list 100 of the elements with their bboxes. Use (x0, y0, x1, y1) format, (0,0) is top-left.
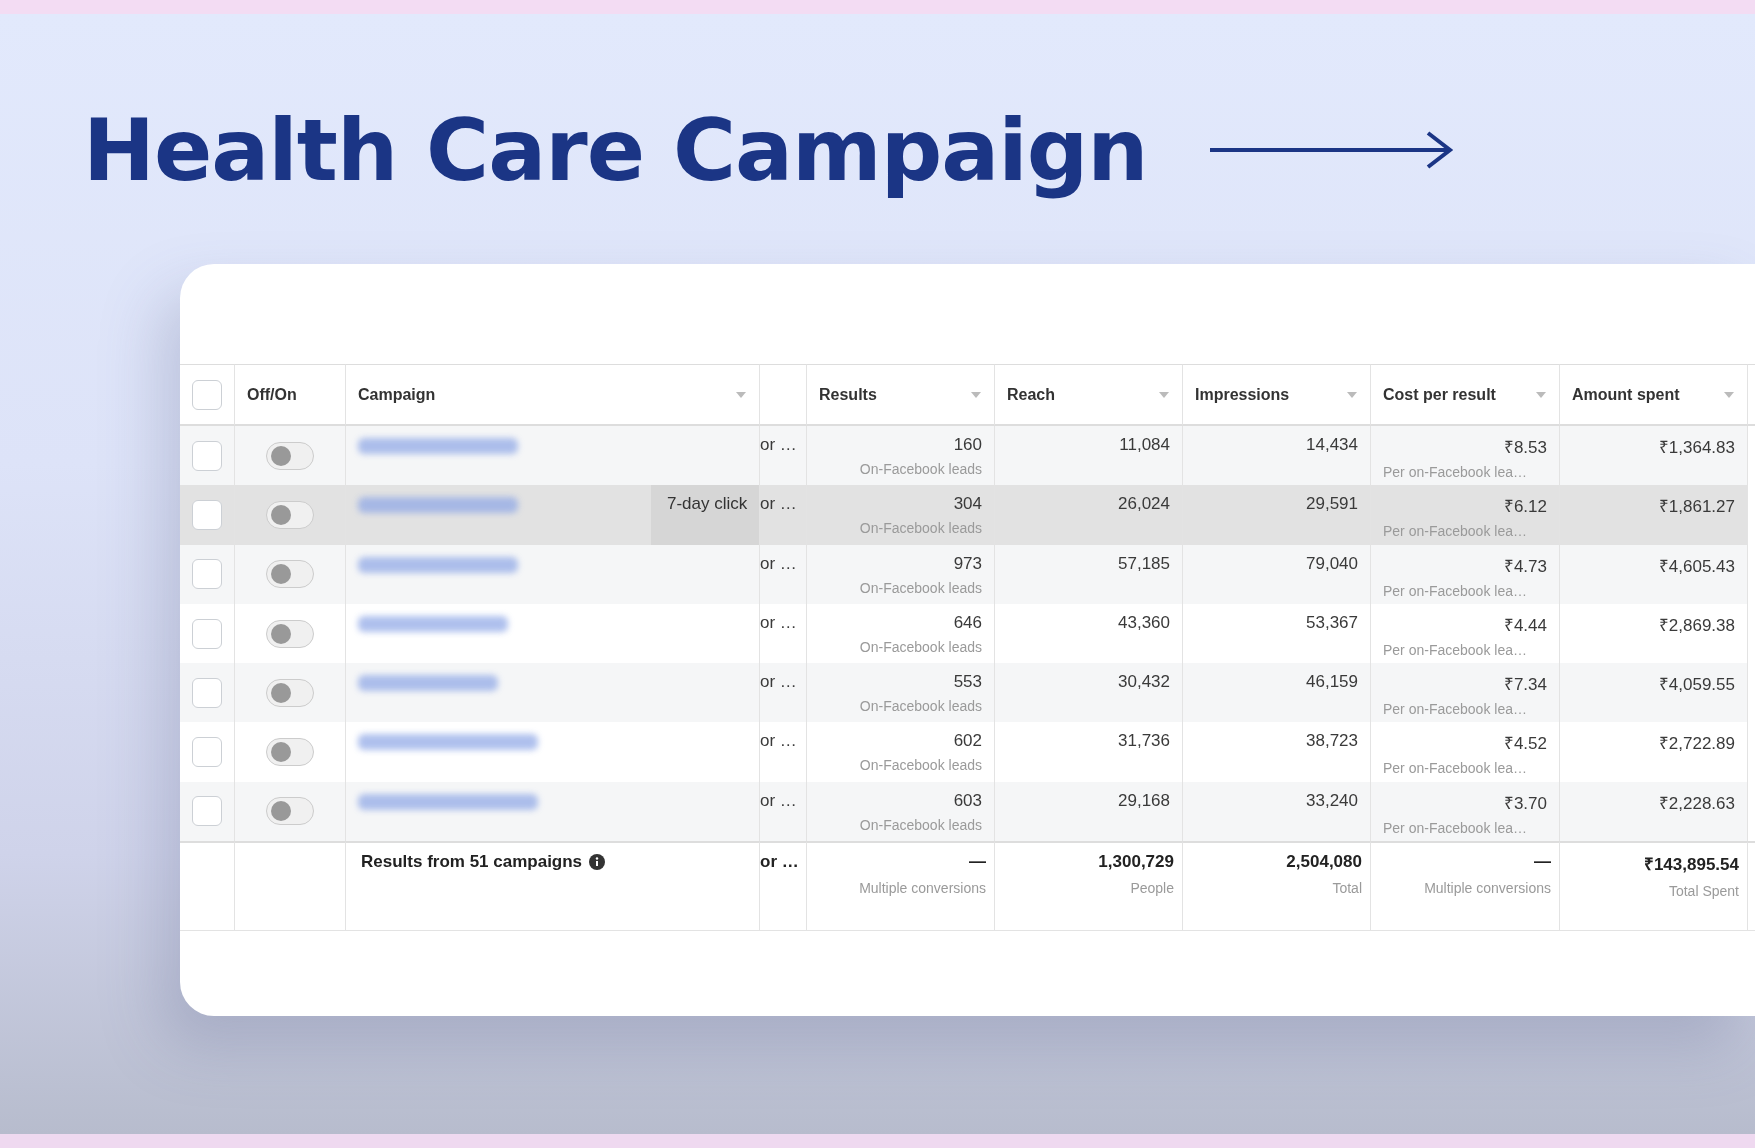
dropdown-caret-icon[interactable] (1535, 390, 1547, 399)
column-header[interactable]: Results (807, 364, 995, 426)
table-cell: 160 (953, 435, 982, 455)
row-checkbox[interactable] (192, 737, 222, 768)
table-cell: 29,168 (1118, 790, 1170, 811)
table-cell-text: ₹143,895.54 (1643, 854, 1739, 876)
cell-note: Total Spent (1668, 883, 1739, 900)
table-cell: 29,591 (1306, 494, 1358, 515)
cell-note: On-Facebook leads (859, 816, 982, 833)
cell-note: Per on-Facebook lea… (1383, 701, 1527, 718)
cell-note: Total (1332, 880, 1362, 897)
table-row[interactable]: or … 553 On-Facebook leads 30,432 46,159 ₹7.34 Per on-Facebook lea… ₹4,059.55 (180, 663, 1755, 723)
row-checkbox[interactable] (192, 796, 222, 827)
tooltip: 7-day click (651, 485, 759, 545)
info-icon[interactable] (589, 854, 606, 871)
cell-note: Per on-Facebook lea… (1383, 582, 1527, 599)
cell-note: Per on-Facebook lea… (1383, 641, 1527, 658)
table-cell: 53,367 (1306, 612, 1358, 633)
table-cell: 43,360 (1118, 612, 1170, 633)
dropdown-caret-icon[interactable] (1158, 390, 1170, 399)
row-checkbox[interactable] (192, 499, 222, 530)
table-cell: 1,300,729 (1098, 852, 1174, 873)
table-row[interactable]: or … 603 On-Facebook leads 29,168 33,240 ₹3.70 Per on-Facebook lea… ₹2,228.63 (180, 781, 1755, 842)
dropdown-caret-icon[interactable] (1723, 390, 1735, 399)
table-cell: 57,185 (1118, 553, 1170, 574)
table-cell-text: ₹4,059.55 (1658, 674, 1735, 696)
cell-note: Multiple conversions (859, 880, 986, 897)
cell-note: On-Facebook leads (859, 698, 982, 715)
table-row[interactable]: 7-day click or … 304 On-Facebook leads 26,024 29,591 ₹6.12 Per on-Facebook lea… ₹1,861.27 (180, 485, 1755, 545)
cell-note: Multiple conversions (1424, 880, 1551, 897)
table-cell-text: ₹4,605.43 (1658, 555, 1735, 577)
table-cell: 33,240 (1306, 790, 1358, 811)
row-checkbox[interactable] (192, 440, 222, 471)
dropdown-caret-icon[interactable] (1346, 390, 1358, 399)
footer-label: Results from 51 campaigns (361, 852, 583, 873)
table-cell: 603 (953, 790, 982, 811)
campaign-toggle[interactable] (266, 560, 314, 589)
table-cell: 553 (953, 672, 982, 693)
cell-note: People (1130, 880, 1174, 897)
dropdown-caret-icon[interactable] (735, 390, 747, 399)
table-row[interactable]: or … 973 On-Facebook leads 57,185 79,040 ₹4.73 Per on-Facebook lea… ₹4,605.43 (180, 544, 1755, 604)
column-header[interactable]: Amount spent (1560, 364, 1748, 426)
cell-note: Per on-Facebook lea… (1383, 464, 1527, 480)
campaign-toggle[interactable] (266, 738, 314, 767)
column-header[interactable]: Campaign (346, 364, 760, 426)
cell-note: Per on-Facebook lea… (1383, 523, 1527, 540)
table-cell: 30,432 (1118, 672, 1170, 693)
table-cell: 79,040 (1306, 553, 1358, 574)
empty-header-cell (760, 364, 807, 426)
table-cell: 46,159 (1306, 672, 1358, 693)
table-cell-text: ₹1,364.83 (1658, 437, 1735, 458)
table-cell-text: ₹3.70 (1503, 792, 1547, 814)
row-checkbox[interactable] (192, 677, 222, 708)
arrow-icon (1207, 129, 1454, 171)
select-all-checkbox[interactable] (192, 379, 222, 410)
table-cell: or … (760, 672, 797, 693)
table-cell: or … (760, 790, 797, 811)
column-header[interactable]: Impressions (1183, 364, 1371, 426)
table-cell: or … (760, 553, 797, 574)
table-cell: — (969, 852, 986, 873)
column-header[interactable]: Reach (995, 364, 1183, 426)
campaign-toggle[interactable] (266, 797, 314, 826)
page-title: Health Care Campaign (83, 100, 1148, 200)
table-cell: 11,084 (1119, 435, 1170, 455)
table-cell-text: ₹2,722.89 (1658, 733, 1735, 755)
table-cell: 38,723 (1306, 731, 1358, 752)
column-header[interactable]: Cost per result (1371, 364, 1560, 426)
table-cell-text: ₹4.73 (1503, 555, 1547, 577)
table-cell: 14,434 (1306, 435, 1358, 455)
cell-note: Per on-Facebook lea… (1383, 760, 1527, 777)
table-cell: 973 (953, 553, 982, 574)
cell-note: On-Facebook leads (859, 638, 982, 655)
table-cell: 2,504,080 (1286, 852, 1362, 873)
campaign-toggle[interactable] (266, 441, 314, 470)
table-cell: or … (760, 731, 797, 752)
table-cell-text: ₹4.52 (1503, 733, 1547, 755)
table-cell: 602 (953, 731, 982, 752)
table-cell-text: ₹7.34 (1503, 674, 1547, 696)
table-cell: or … (760, 435, 797, 455)
cell-note: On-Facebook leads (859, 461, 982, 477)
row-checkbox[interactable] (192, 618, 222, 649)
cell-note: On-Facebook leads (859, 757, 982, 774)
table-cell: 31,736 (1118, 731, 1170, 752)
table-cell-text: ₹8.53 (1503, 437, 1547, 458)
dropdown-caret-icon[interactable] (970, 390, 982, 399)
row-checkbox[interactable] (192, 559, 222, 590)
table-cell: or … (760, 494, 797, 515)
table-cell-text: ₹4.44 (1503, 614, 1547, 636)
column-header[interactable]: Off/On (235, 364, 346, 426)
table-row[interactable]: or … 160 On-Facebook leads 11,084 14,434 ₹8.53 Per on-Facebook lea… ₹1,364.83 (180, 426, 1755, 486)
cell-note: On-Facebook leads (859, 520, 982, 537)
table-cell: 304 (953, 494, 982, 515)
table-cell-text: ₹2,869.38 (1658, 614, 1735, 636)
campaign-toggle[interactable] (266, 678, 314, 707)
campaign-toggle[interactable] (266, 619, 314, 648)
table-cell: or … (760, 612, 797, 633)
campaign-toggle[interactable] (266, 500, 314, 529)
table-cell-text: ₹6.12 (1503, 496, 1547, 518)
cell-note: Per on-Facebook lea… (1383, 819, 1527, 836)
table-cell: — (1534, 852, 1551, 873)
